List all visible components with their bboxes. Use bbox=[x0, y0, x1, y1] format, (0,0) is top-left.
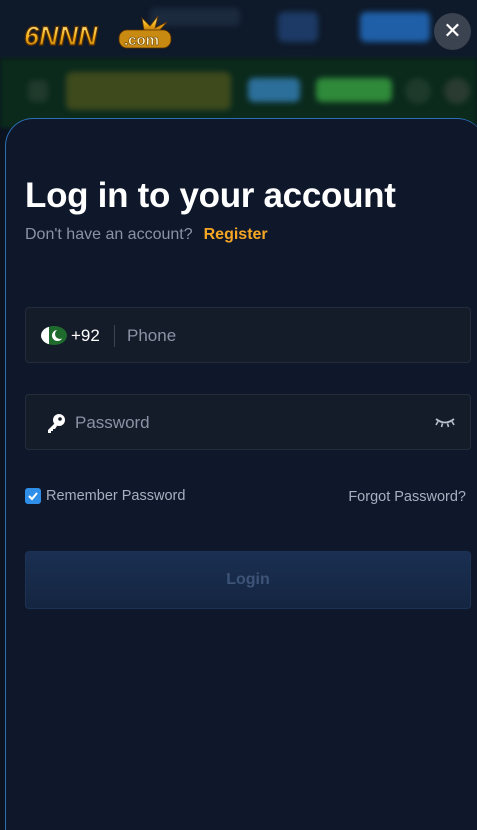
password-field[interactable] bbox=[25, 394, 471, 450]
password-input[interactable] bbox=[75, 407, 425, 439]
register-link[interactable]: Register bbox=[204, 226, 268, 243]
login-button[interactable]: Login bbox=[25, 551, 471, 609]
svg-text:.com: .com bbox=[124, 32, 159, 49]
eye-closed-icon[interactable] bbox=[434, 415, 456, 429]
page-title: Log in to your account bbox=[25, 176, 396, 215]
checkmark-icon bbox=[28, 492, 38, 501]
background-blur bbox=[444, 78, 470, 104]
divider bbox=[114, 325, 115, 347]
background-blur bbox=[66, 72, 231, 110]
country-code[interactable]: +92 bbox=[71, 326, 100, 346]
background-blur bbox=[405, 78, 431, 104]
background-blur bbox=[360, 12, 430, 42]
key-icon bbox=[48, 414, 65, 433]
background-blur bbox=[316, 78, 392, 102]
phone-field[interactable]: +92 bbox=[25, 307, 471, 363]
forgot-password-link[interactable]: Forgot Password? bbox=[348, 489, 466, 505]
background-blur bbox=[278, 12, 318, 42]
close-button[interactable]: ✕ bbox=[434, 13, 471, 50]
background-blur bbox=[28, 80, 48, 102]
phone-input[interactable] bbox=[127, 320, 457, 352]
brand-logo: 6NNN .com bbox=[24, 15, 172, 52]
no-account-text: Don't have an account? bbox=[25, 226, 193, 243]
remember-password[interactable]: Remember Password bbox=[25, 488, 185, 504]
svg-text:6NNN: 6NNN bbox=[24, 21, 98, 51]
remember-label: Remember Password bbox=[46, 488, 186, 504]
remember-checkbox[interactable] bbox=[25, 488, 41, 504]
background-blur bbox=[248, 78, 300, 102]
close-icon: ✕ bbox=[443, 19, 462, 44]
register-prompt: Don't have an account? Register bbox=[25, 226, 268, 244]
login-modal bbox=[5, 118, 477, 830]
pakistan-flag-icon[interactable] bbox=[41, 326, 67, 345]
